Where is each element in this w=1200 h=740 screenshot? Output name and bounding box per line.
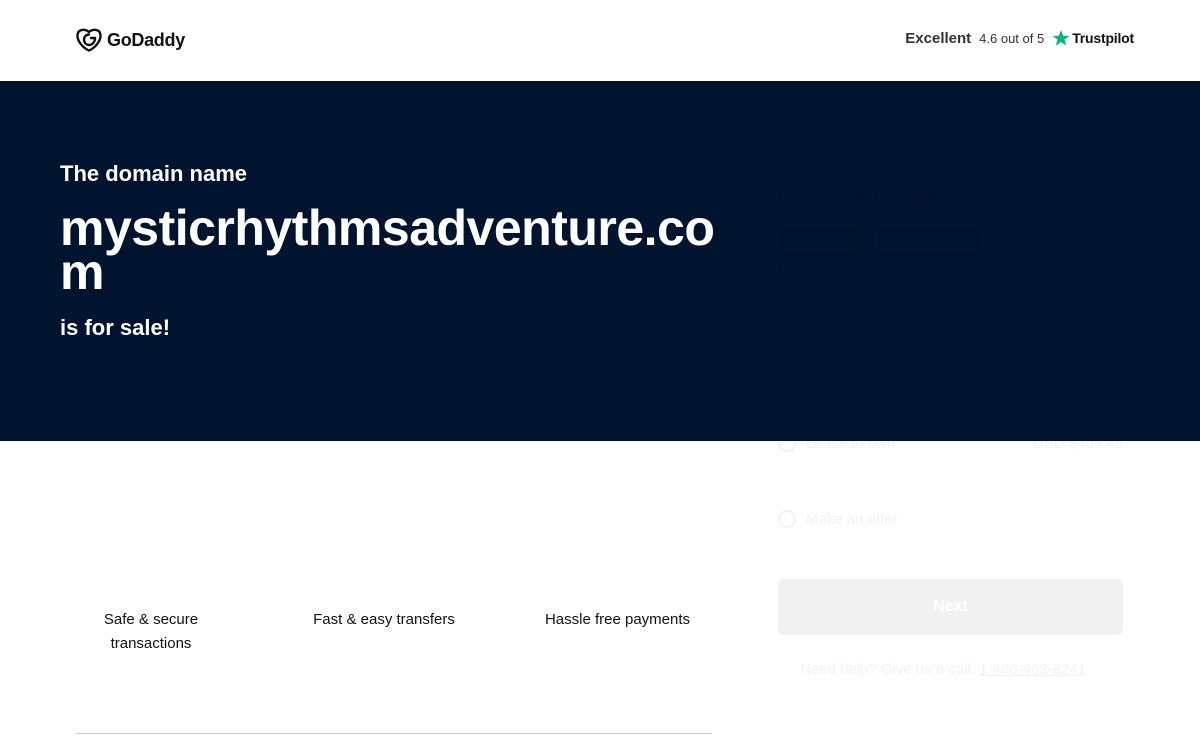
option-make-offer[interactable]: Make an offer bbox=[778, 497, 1123, 541]
help-line: Need help? Give us a call: 1-480-463-824… bbox=[800, 661, 1086, 678]
help-phone-link[interactable]: 1-480-463-8241 bbox=[979, 661, 1086, 678]
rating-word: Excellent bbox=[905, 29, 972, 47]
radio-icon bbox=[778, 510, 796, 528]
purchase-card: Get this domain Purchase Lease to own Pa… bbox=[760, 161, 1140, 740]
tab-purchase[interactable]: Purchase bbox=[778, 225, 863, 250]
option-buy-now[interactable]: Buy now $8,911.50 bbox=[778, 343, 1123, 387]
rating-score: 4.6 out of 5 bbox=[979, 30, 1045, 46]
option-label: Buy now bbox=[806, 356, 864, 374]
trustpilot-name: Trustpilot bbox=[1072, 30, 1134, 46]
option-lease-to-own[interactable]: Lease to own USD $409.48 bbox=[778, 421, 1123, 465]
hero-eyebrow: The domain name bbox=[60, 161, 248, 186]
feature-fast-transfers: Fast & easy transfers bbox=[313, 611, 455, 628]
card-title: Get this domain bbox=[778, 183, 960, 210]
trustpilot-star-icon bbox=[1052, 30, 1070, 46]
trustpilot-rating[interactable]: Excellent 4.6 out of 5 Trustpilot bbox=[905, 29, 1134, 47]
feature-list: Safe & secure transactions Fast & easy t… bbox=[0, 608, 740, 668]
godaddy-logo-icon bbox=[76, 28, 102, 52]
site-header: GoDaddy Excellent 4.6 out of 5 Trustpilo… bbox=[0, 0, 1200, 81]
purchase-tabs: Purchase Lease to own bbox=[778, 225, 983, 250]
card-description: Pay the full $8,911 now, subscribe to $0… bbox=[778, 261, 1121, 303]
option-price: USD $409.48 bbox=[1032, 434, 1123, 452]
radio-icon bbox=[778, 356, 796, 374]
help-text: Need help? Give us a call: bbox=[800, 661, 976, 678]
tab-lease-to-own[interactable]: Lease to own bbox=[874, 225, 983, 250]
logo-text: GoDaddy bbox=[107, 29, 185, 50]
for-sale-tagline: is for sale! bbox=[60, 315, 171, 340]
feature-hassle-free-payments: Hassle free payments bbox=[544, 611, 691, 628]
next-button[interactable]: Next bbox=[778, 579, 1123, 635]
godaddy-logo[interactable]: GoDaddy bbox=[76, 28, 185, 52]
option-price: $8,911.50 bbox=[1057, 356, 1123, 374]
option-label: Lease to own bbox=[806, 434, 896, 452]
section-divider bbox=[76, 733, 712, 734]
feature-safe-secure: Safe & secure transactions bbox=[103, 611, 199, 652]
option-label: Make an offer bbox=[806, 510, 898, 528]
radio-icon bbox=[778, 434, 796, 452]
domain-name-heading: mysticrhythmsadventure.com bbox=[60, 200, 715, 300]
